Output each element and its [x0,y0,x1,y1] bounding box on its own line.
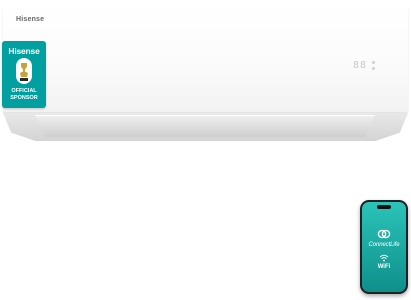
official-sponsor-badge: Hisense OFFICIAL SPONSOR [2,41,46,108]
air-conditioner-louver [35,115,375,137]
unit-temperature-display: 88 [353,60,368,71]
unit-brand-logo: Hisense [16,16,45,23]
sponsor-sponsor-label: SPONSOR [10,95,38,101]
phone-notch [377,205,391,209]
smartphone: ConnectLife WiFi [360,200,408,294]
app-name-label: ConnectLife [368,242,400,248]
phone-screen: ConnectLife WiFi [362,202,406,292]
air-conditioner-body [3,5,408,113]
sponsor-official-label: OFFICIAL [11,88,37,94]
wifi-label: WiFi [377,264,391,270]
trophy-emblem-icon [16,58,32,84]
display-indicator-dot [372,61,375,64]
connectlife-logo-icon [377,229,391,239]
product-image: Hisense 88 Hisense OFFICIAL SPONSOR Conn… [0,0,411,300]
air-conditioner-unit: Hisense 88 [3,5,408,141]
display-indicator-dot [372,67,375,70]
wifi-icon [379,254,389,262]
sponsor-brand-name: Hisense [8,46,40,56]
